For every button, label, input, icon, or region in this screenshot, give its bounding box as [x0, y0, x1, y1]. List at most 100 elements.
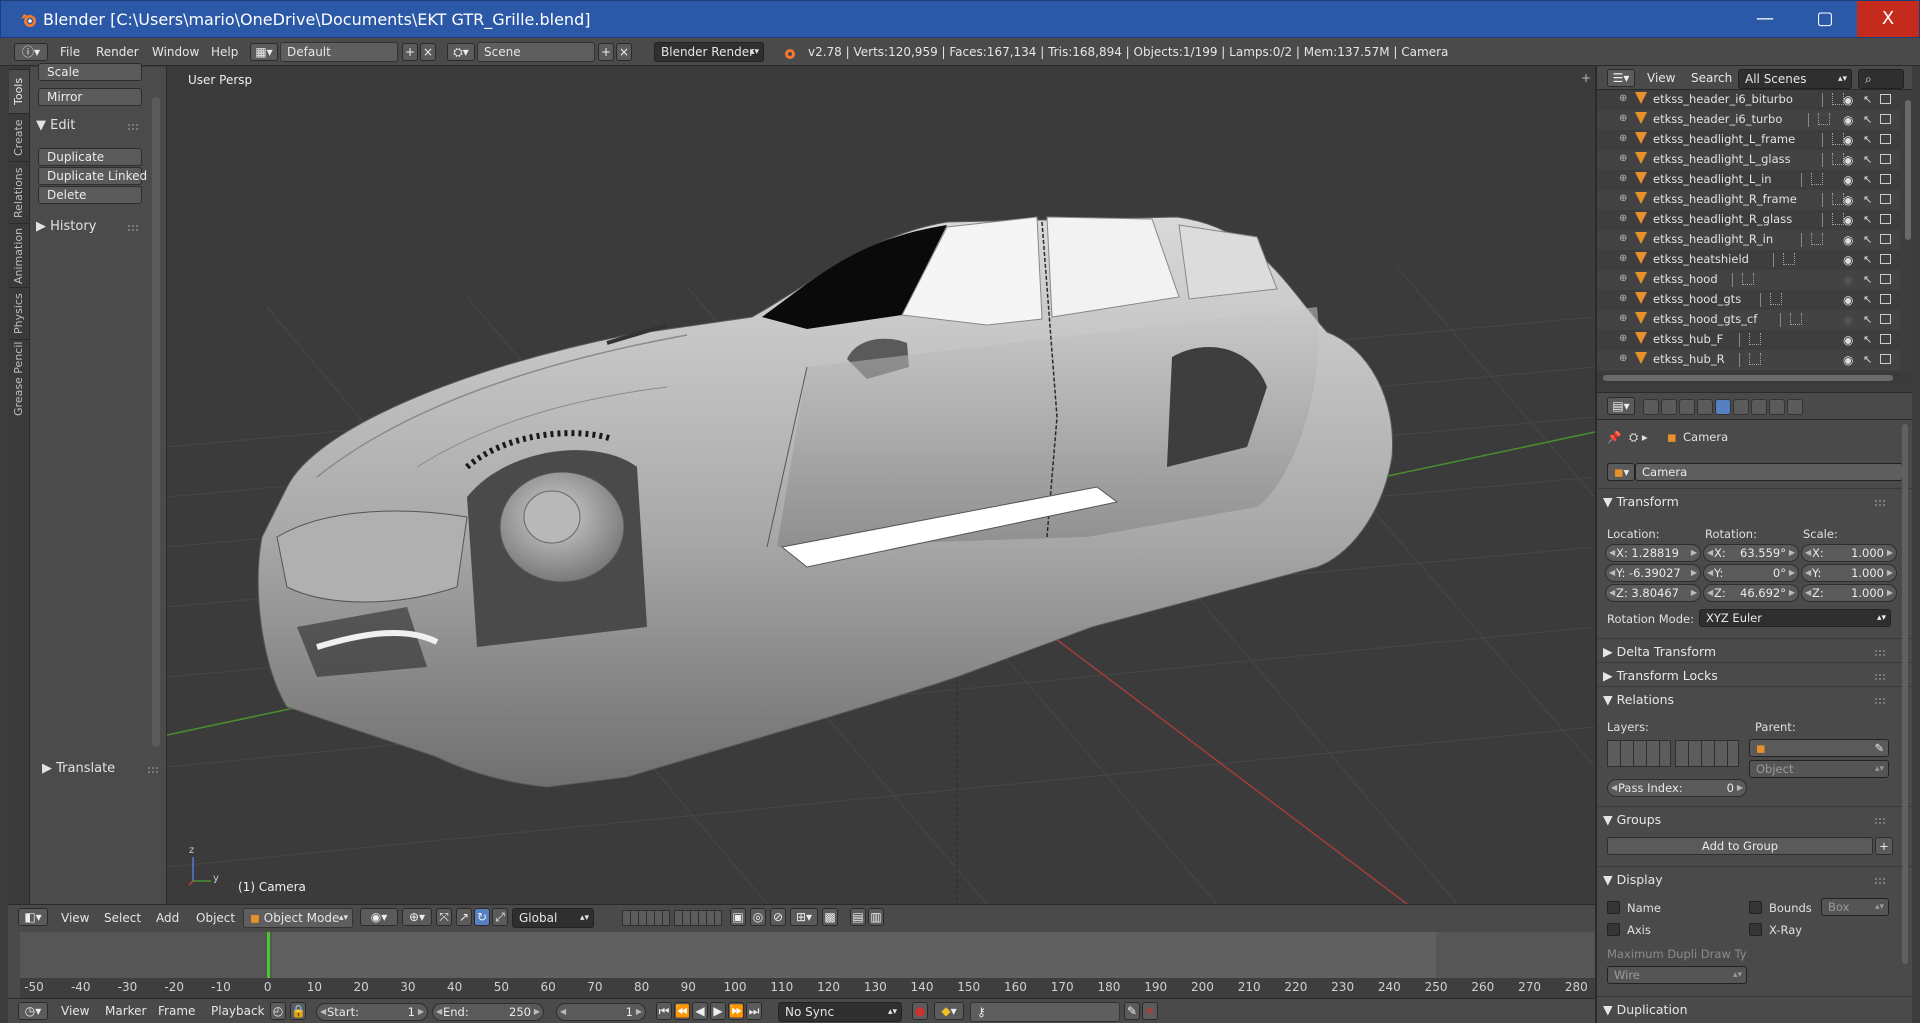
- menu-marker[interactable]: Marker: [105, 1002, 146, 1020]
- visibility-eye-icon[interactable]: ◉: [1843, 353, 1853, 367]
- visibility-eye-icon[interactable]: ◉: [1843, 273, 1853, 287]
- outliner-scrollbar[interactable]: [1905, 100, 1911, 240]
- display-bounds-checkbox[interactable]: [1749, 901, 1762, 914]
- panel-grip-icon[interactable]: [1875, 698, 1885, 704]
- play-reverse-icon[interactable]: ◀: [692, 1002, 708, 1020]
- outliner-row[interactable]: ⊕ etkss_hub_R ◉ ↖: [1595, 350, 1900, 370]
- visibility-eye-icon[interactable]: ◉: [1843, 113, 1853, 127]
- outliner-item-name[interactable]: etkss_hood_gts_cf: [1653, 312, 1757, 326]
- render-layers-tab-icon[interactable]: [1661, 399, 1677, 415]
- outliner-list[interactable]: ⊕ etkss_header_i6_biturbo ◉ ↖ ⊕ etkss_header_…: [1595, 90, 1912, 372]
- menu-frame[interactable]: Frame: [158, 1002, 195, 1020]
- outliner-item-name[interactable]: etkss_headlight_L_frame: [1653, 132, 1795, 146]
- next-keyframe-icon[interactable]: ⏩: [728, 1002, 744, 1020]
- outliner-row[interactable]: ⊕ etkss_header_i6_biturbo ◉ ↖: [1595, 90, 1900, 110]
- transform-orientation-select[interactable]: Global ▴▾: [512, 908, 594, 928]
- visibility-eye-icon[interactable]: ◉: [1843, 333, 1853, 347]
- visibility-eye-icon[interactable]: ◉: [1843, 133, 1853, 147]
- visibility-eye-icon[interactable]: ◉: [1843, 153, 1853, 167]
- menu-add[interactable]: Add: [156, 909, 179, 927]
- mesh-data-icon[interactable]: [1831, 193, 1844, 205]
- select-pointer-icon[interactable]: ↖: [1863, 173, 1872, 186]
- properties-scrollbar[interactable]: [1902, 424, 1908, 964]
- tab-animation[interactable]: Animation: [9, 223, 29, 287]
- snap-toggle-icon[interactable]: ⊘: [770, 908, 786, 926]
- select-pointer-icon[interactable]: ↖: [1863, 93, 1872, 106]
- expand-plus-icon[interactable]: ⊕: [1619, 173, 1627, 184]
- add-scene-icon[interactable]: +: [598, 43, 614, 61]
- timeline-track[interactable]: [20, 932, 1595, 978]
- menu-help[interactable]: Help: [211, 42, 238, 62]
- editor-type-icon[interactable]: ◷▾: [18, 1002, 48, 1020]
- max-dupli-select[interactable]: Wire ▴▾: [1607, 966, 1747, 984]
- remove-scene-icon[interactable]: ×: [616, 43, 632, 61]
- mesh-data-icon[interactable]: [1748, 333, 1761, 345]
- expand-plus-icon[interactable]: ⊕: [1619, 213, 1627, 224]
- menu-object[interactable]: Object: [196, 909, 235, 927]
- render-camera-icon[interactable]: [1880, 194, 1891, 204]
- render-camera-icon[interactable]: [1880, 174, 1891, 184]
- scale-manipulator-icon[interactable]: ⤢: [492, 908, 508, 926]
- panel-grip-icon[interactable]: [128, 124, 138, 130]
- mesh-data-icon[interactable]: [1817, 113, 1830, 125]
- outliner-row[interactable]: ⊕ etkss_headlight_R_in ◉ ↖: [1595, 230, 1900, 250]
- visibility-eye-icon[interactable]: ◉: [1843, 293, 1853, 307]
- mesh-data-icon[interactable]: [1831, 213, 1844, 225]
- edit-panel-header[interactable]: ▼ Edit: [36, 118, 75, 133]
- display-panel-header[interactable]: ▼ Display: [1603, 872, 1663, 887]
- start-frame-field[interactable]: ◀ Start: 1 ▶: [316, 1003, 428, 1021]
- viewport-shading-icon[interactable]: ◉▾: [360, 908, 398, 926]
- select-pointer-icon[interactable]: ↖: [1863, 353, 1872, 366]
- outliner-row[interactable]: ⊕ etkss_headlight_L_glass ◉ ↖: [1595, 150, 1900, 170]
- select-pointer-icon[interactable]: ↖: [1863, 153, 1872, 166]
- outliner-item-name[interactable]: etkss_hub_F: [1653, 332, 1723, 346]
- menu-search[interactable]: Search: [1691, 69, 1732, 87]
- visibility-eye-icon[interactable]: ◉: [1843, 173, 1853, 187]
- location-z-field[interactable]: ◀ Z: 3.80467 ▶: [1605, 584, 1701, 602]
- panel-grip-icon[interactable]: [1875, 650, 1885, 656]
- visibility-eye-icon[interactable]: ◉: [1843, 193, 1853, 207]
- minimize-button[interactable]: —: [1735, 1, 1795, 37]
- scene-tab-icon[interactable]: [1679, 399, 1695, 415]
- add-to-group-button[interactable]: Add to Group: [1607, 837, 1873, 855]
- rotation-x-field[interactable]: ◀ X: 63.559° ▶: [1703, 544, 1799, 562]
- outliner-item-name[interactable]: etkss_heatshield: [1653, 252, 1749, 266]
- visibility-eye-icon[interactable]: ◉: [1843, 253, 1853, 267]
- screen-layout-icon[interactable]: ▦▾: [250, 43, 278, 61]
- select-pointer-icon[interactable]: ↖: [1863, 253, 1872, 266]
- transform-locks-header[interactable]: ▶ Transform Locks: [1603, 668, 1718, 683]
- outliner-row[interactable]: ⊕ etkss_headlight_R_frame ◉ ↖: [1595, 190, 1900, 210]
- render-engine-select[interactable]: Blender Render ▴▾: [654, 42, 764, 62]
- mesh-data-icon[interactable]: [1831, 153, 1844, 165]
- layers-grid-right[interactable]: [674, 910, 722, 926]
- outliner-horizontal-scrollbar[interactable]: [1595, 372, 1912, 384]
- outliner-row[interactable]: ⊕ etkss_headlight_R_glass ◉ ↖: [1595, 210, 1900, 230]
- expand-plus-icon[interactable]: ⊕: [1619, 193, 1627, 204]
- object-name-field[interactable]: Camera: [1635, 463, 1903, 481]
- screen-layout-field[interactable]: Default: [280, 42, 398, 62]
- pass-index-field[interactable]: ◀ Pass Index: 0 ▶: [1607, 779, 1747, 797]
- history-panel-header[interactable]: ▶ History: [36, 219, 96, 234]
- object-browse-icon[interactable]: ◼▾: [1607, 463, 1635, 481]
- mode-select[interactable]: ◼ Object Mode ▴▾: [243, 908, 353, 928]
- keying-set-icon[interactable]: ◆▾: [934, 1002, 964, 1020]
- outliner-item-name[interactable]: etkss_headlight_R_glass: [1653, 212, 1792, 226]
- visibility-eye-icon[interactable]: ◉: [1843, 213, 1853, 227]
- render-tab-icon[interactable]: [1643, 399, 1659, 415]
- select-pointer-icon[interactable]: ↖: [1863, 193, 1872, 206]
- timeline-editor[interactable]: -50 -40 -30 -20 -10 0 10 20 30 40 50 60 70 80 90 100 110…: [8, 930, 1595, 998]
- menu-view[interactable]: View: [61, 1002, 89, 1020]
- opengl-render-icon[interactable]: ▩: [822, 908, 838, 926]
- editor-type-icon[interactable]: ☰▾: [1607, 69, 1635, 87]
- jump-end-icon[interactable]: ⏭: [746, 1002, 762, 1020]
- mesh-data-icon[interactable]: [1811, 233, 1823, 245]
- display-mode-select[interactable]: All Scenes ▴▾: [1738, 69, 1852, 89]
- scene-icon[interactable]: ⛭▾: [447, 43, 475, 61]
- record-icon[interactable]: ●: [912, 1002, 928, 1020]
- render-still-icon[interactable]: ▤: [850, 908, 866, 926]
- display-name-checkbox[interactable]: [1607, 901, 1620, 914]
- add-screen-icon[interactable]: +: [402, 43, 418, 61]
- viewport-scene[interactable]: [167, 67, 1595, 904]
- visibility-eye-icon[interactable]: ◉: [1843, 93, 1853, 107]
- render-camera-icon[interactable]: [1880, 314, 1891, 324]
